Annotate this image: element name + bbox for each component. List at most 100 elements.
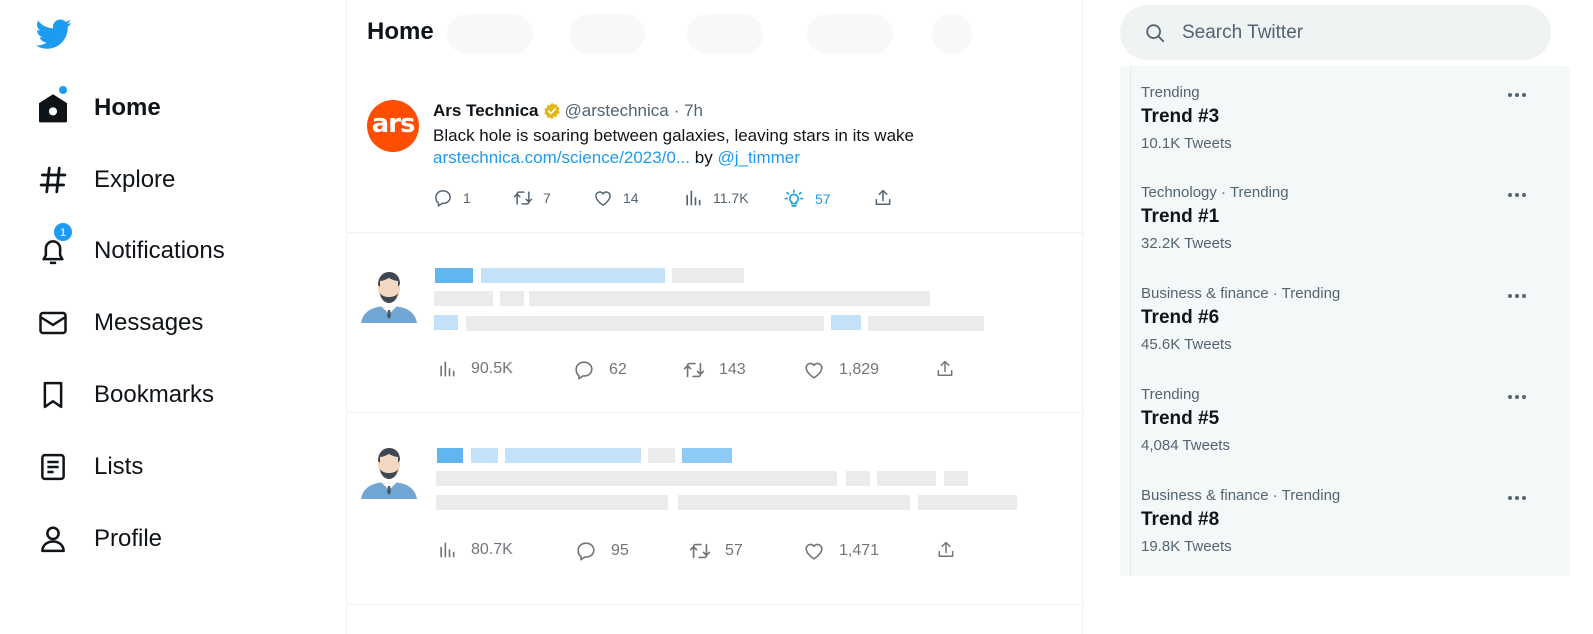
trend-category: Trending — [1141, 386, 1200, 403]
trend-category: Business & finance · Trending — [1141, 487, 1341, 504]
more-options-icon[interactable] — [1505, 88, 1529, 102]
trend-name: Trend #1 — [1141, 206, 1220, 227]
more-options-icon[interactable] — [1505, 491, 1529, 505]
like-count: 14 — [623, 190, 639, 206]
retweet-count: 143 — [719, 361, 746, 378]
analytics-icon — [686, 190, 701, 206]
more-options-icon[interactable] — [1505, 188, 1529, 202]
reply-button[interactable]: 1 — [433, 188, 471, 208]
trend-item[interactable]: Business & finance · Trending Trend #6 4… — [1131, 285, 1551, 385]
like-button[interactable]: 1,471 — [803, 540, 879, 562]
reply-icon — [577, 542, 595, 561]
nav-item-explore[interactable]: Explore — [34, 144, 334, 216]
bell-icon: 1 — [34, 222, 73, 270]
trend-item[interactable]: Business & finance · Trending Trend #8 1… — [1131, 487, 1551, 587]
nav-item-profile[interactable]: Profile — [34, 503, 334, 575]
twitter-bird-icon[interactable] — [36, 16, 72, 52]
trend-name: Trend #8 — [1141, 509, 1220, 530]
nav-label-messages: Messages — [94, 309, 204, 337]
view-count: 90.5K — [471, 360, 513, 377]
placeholder-tweet[interactable]: 80.7K 95 57 1,471 — [347, 413, 1084, 605]
nav-item-notifications[interactable]: 1 Notifications — [34, 216, 334, 288]
share-icon — [937, 360, 953, 376]
retweet-button[interactable]: 143 — [683, 359, 746, 381]
tweet-mention[interactable]: @j_timmer — [717, 148, 799, 167]
heart-icon — [595, 191, 611, 206]
tweet-text: Black hole is soaring between galaxies, … — [433, 125, 914, 169]
trend-count: 32.2K Tweets — [1141, 235, 1232, 252]
views-button[interactable]: 90.5K — [437, 359, 513, 379]
share-button[interactable] — [935, 359, 955, 379]
heart-icon — [805, 543, 823, 560]
nav-item-messages[interactable]: Messages — [34, 287, 334, 359]
reply-icon — [575, 361, 593, 380]
trend-category: Business & finance · Trending — [1141, 285, 1341, 302]
share-button[interactable] — [873, 188, 893, 208]
author-handle[interactable]: @arstechnica — [565, 101, 669, 121]
trend-count: 19.8K Tweets — [1141, 538, 1232, 555]
blurred-tab — [447, 14, 533, 54]
person-icon — [34, 520, 72, 558]
retweet-button[interactable]: 7 — [513, 188, 551, 208]
views-button[interactable]: 80.7K — [437, 540, 513, 560]
reply-count: 1 — [463, 190, 471, 206]
nav-item-home[interactable]: Home — [34, 72, 334, 144]
share-button[interactable] — [936, 540, 956, 560]
trend-item[interactable]: Technology · Trending Trend #1 32.2K Twe… — [1131, 184, 1551, 284]
trend-item[interactable]: Trending Trend #3 10.1K Tweets — [1131, 84, 1551, 184]
tweet-link[interactable]: arstechnica.com/science/2023/0... — [433, 148, 690, 167]
placeholder-tweet[interactable]: 90.5K 62 143 1,829 — [347, 233, 1084, 413]
trend-count: 10.1K Tweets — [1141, 135, 1232, 152]
avatar-text: ars — [371, 109, 416, 139]
reply-button[interactable]: 62 — [573, 359, 627, 381]
reply-icon — [435, 190, 451, 207]
search-icon — [1144, 22, 1166, 44]
verified-badge-icon — [543, 102, 561, 120]
nav-label-bookmarks: Bookmarks — [94, 381, 215, 409]
nav-label-home: Home — [94, 93, 161, 121]
trend-item[interactable]: Trending Trend #5 4,084 Tweets — [1131, 386, 1551, 486]
retweet-icon — [689, 543, 711, 559]
nav-label-explore: Explore — [94, 165, 176, 193]
view-count: 80.7K — [471, 541, 513, 558]
bookmark-icon — [34, 376, 72, 414]
left-sidebar: Home Explore 1 Notifications Messages Bo… — [0, 0, 346, 634]
author-name[interactable]: Ars Technica — [433, 101, 539, 121]
tweet[interactable]: ars Ars Technica @arstechnica · 7h Black… — [347, 88, 1084, 233]
retweet-count: 7 — [543, 190, 551, 206]
page-title: Home — [367, 18, 434, 45]
blurred-tab — [807, 14, 893, 54]
home-icon — [34, 85, 72, 127]
share-icon — [938, 541, 954, 557]
blurred-tab — [932, 14, 972, 54]
views-button[interactable]: 11.7K — [683, 188, 749, 208]
avatar[interactable]: ars — [367, 100, 419, 152]
hashtag-icon — [34, 161, 72, 199]
main-navigation: Home Explore 1 Notifications Messages Bo… — [34, 72, 334, 575]
retweet-count: 57 — [725, 542, 743, 559]
trend-name: Trend #3 — [1141, 106, 1220, 127]
default-avatar-icon — [359, 265, 419, 325]
tip-button[interactable]: 57 — [783, 188, 831, 210]
nav-item-bookmarks[interactable]: Bookmarks — [34, 359, 334, 431]
more-options-icon[interactable] — [1505, 390, 1529, 404]
like-button[interactable]: 1,829 — [803, 359, 879, 381]
tweet-time[interactable]: · 7h — [674, 101, 703, 121]
retweet-button[interactable]: 57 — [689, 540, 743, 562]
view-count: 11.7K — [713, 190, 749, 206]
search-bar[interactable] — [1120, 5, 1551, 60]
reply-button[interactable]: 95 — [575, 540, 629, 562]
like-button[interactable]: 14 — [593, 188, 639, 208]
trend-name: Trend #6 — [1141, 307, 1220, 328]
tip-count: 57 — [815, 191, 831, 207]
lightbulb-icon — [784, 189, 804, 207]
tweet-body: Black hole is soaring between galaxies, … — [433, 126, 914, 145]
default-avatar-icon — [359, 441, 419, 501]
list-icon — [34, 448, 72, 486]
tweet-by: by — [694, 148, 713, 167]
search-input[interactable] — [1182, 21, 1522, 44]
more-options-icon[interactable] — [1505, 289, 1529, 303]
nav-item-lists[interactable]: Lists — [34, 431, 334, 503]
retweet-icon — [513, 191, 533, 205]
notification-badge: 1 — [53, 222, 73, 243]
